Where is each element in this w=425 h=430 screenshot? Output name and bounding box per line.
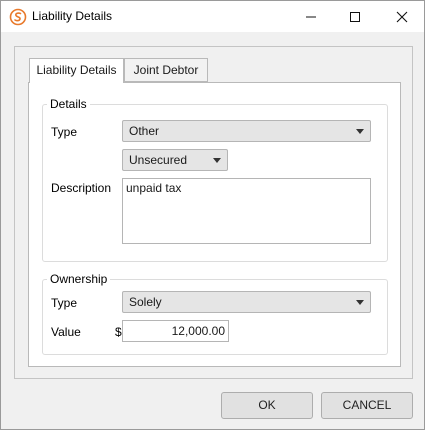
tab-joint-debtor[interactable]: Joint Debtor <box>124 58 208 82</box>
chevron-down-icon <box>356 300 364 305</box>
tab-liability-details[interactable]: Liability Details <box>29 58 124 83</box>
maximize-icon <box>350 12 360 22</box>
minimize-icon <box>306 16 316 18</box>
ownership-group-title: Ownership <box>47 272 111 286</box>
window-title: Liability Details <box>32 9 113 23</box>
ok-button[interactable]: OK <box>221 392 313 419</box>
chevron-down-icon <box>356 129 364 134</box>
description-field[interactable]: unpaid tax <box>122 178 371 244</box>
close-button[interactable] <box>380 1 424 32</box>
cancel-button[interactable]: CANCEL <box>321 392 413 419</box>
value-label: Value <box>51 325 81 339</box>
ownership-type-label: Type <box>51 296 78 310</box>
app-logo-icon <box>9 8 27 26</box>
maximize-button[interactable] <box>333 1 377 32</box>
type-label: Type <box>51 125 78 139</box>
security-select-value: Unsecured <box>129 153 188 167</box>
type-select-value: Other <box>129 124 160 138</box>
ownership-type-select-value: Solely <box>129 295 162 309</box>
chevron-down-icon <box>213 158 221 163</box>
title-bar[interactable]: Liability Details <box>1 1 424 32</box>
ownership-type-select[interactable]: Solely <box>122 291 371 313</box>
details-group-title: Details <box>47 97 90 111</box>
close-icon <box>396 11 408 23</box>
minimize-button[interactable] <box>289 1 333 32</box>
liability-details-dialog: Liability Details Joint Debtor Liability… <box>0 0 425 430</box>
value-input[interactable]: 12,000.00 <box>122 320 229 342</box>
currency-symbol: $ <box>115 325 122 339</box>
type-select[interactable]: Other <box>122 120 371 142</box>
description-label: Description <box>51 181 112 195</box>
security-select[interactable]: Unsecured <box>122 149 228 171</box>
